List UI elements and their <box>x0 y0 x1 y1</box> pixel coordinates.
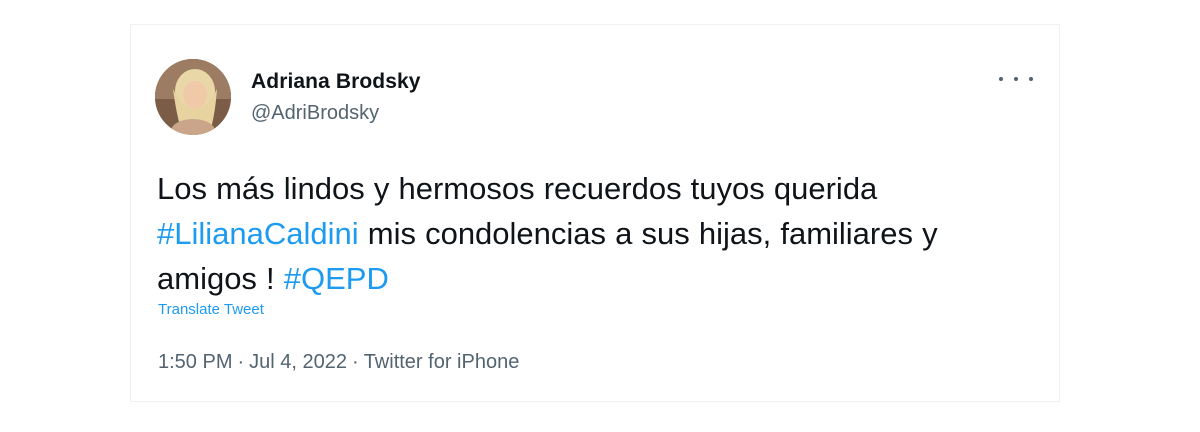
dot <box>999 77 1003 81</box>
separator: · <box>237 351 245 373</box>
tweet-time[interactable]: 1:50 PM <box>158 351 232 373</box>
translate-tweet-link[interactable]: Translate Tweet <box>158 301 264 318</box>
tweet-card: Adriana Brodsky @AdriBrodsky Los más lin… <box>130 24 1060 402</box>
author-name[interactable]: Adriana Brodsky <box>251 70 421 94</box>
tweet-source[interactable]: Twitter for iPhone <box>364 351 520 373</box>
avatar[interactable] <box>155 59 231 135</box>
tweet-meta: 1:50 PM · Jul 4, 2022 · Twitter for iPhone <box>158 351 519 374</box>
dot <box>1029 77 1033 81</box>
hashtag-link[interactable]: #QEPD <box>284 261 389 296</box>
hashtag-link[interactable]: #LilianaCaldini <box>157 216 359 251</box>
tweet-text: Los más lindos y hermosos recuerdos tuyo… <box>157 166 1037 301</box>
avatar-photo <box>155 59 231 135</box>
separator: · <box>352 351 359 373</box>
author-handle[interactable]: @AdriBrodsky <box>251 102 379 125</box>
dot <box>1014 77 1018 81</box>
tweet-date[interactable]: Jul 4, 2022 <box>249 351 347 373</box>
tweet-text-part: Los más lindos y hermosos recuerdos tuyo… <box>157 171 878 206</box>
more-options-icon[interactable] <box>999 69 1033 89</box>
